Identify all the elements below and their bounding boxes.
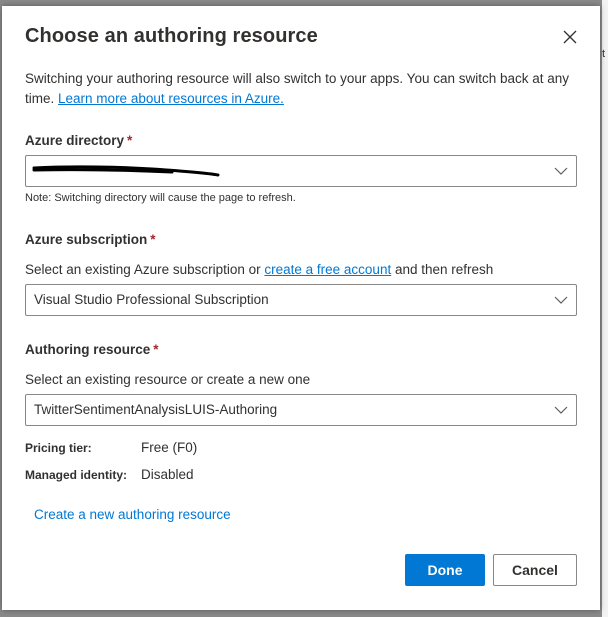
subscription-label: Azure subscription * <box>25 232 156 247</box>
authoring-value: TwitterSentimentAnalysisLUIS-Authoring <box>34 402 278 417</box>
subscription-label-text: Azure subscription <box>25 232 148 247</box>
authoring-resource-dialog: Choose an authoring resource Switching y… <box>2 6 600 610</box>
authoring-helper: Select an existing resource or create a … <box>25 372 311 387</box>
authoring-label: Authoring resource * <box>25 342 159 357</box>
managed-identity-label: Managed identity: <box>25 468 128 482</box>
subscription-dropdown[interactable]: Visual Studio Professional Subscription <box>25 284 577 316</box>
dialog-description: Switching your authoring resource will a… <box>25 69 570 109</box>
background-page: t <box>602 0 608 617</box>
dialog-title: Choose an authoring resource <box>25 25 318 47</box>
background-text: t <box>602 48 606 60</box>
pricing-tier-value: Free (F0) <box>141 440 198 455</box>
directory-note: Note: Switching directory will cause the… <box>25 192 296 204</box>
chevron-down-icon <box>554 296 568 304</box>
authoring-label-text: Authoring resource <box>25 342 151 357</box>
required-marker: * <box>127 133 133 148</box>
done-button[interactable]: Done <box>405 554 485 586</box>
authoring-dropdown[interactable]: TwitterSentimentAnalysisLUIS-Authoring <box>25 394 577 426</box>
close-button[interactable] <box>558 25 582 49</box>
learn-more-link[interactable]: Learn more about resources in Azure. <box>58 91 284 106</box>
subscription-helper: Select an existing Azure subscription or… <box>25 262 493 277</box>
subscription-helper-prefix: Select an existing Azure subscription or <box>25 262 265 277</box>
directory-dropdown[interactable] <box>25 155 577 187</box>
chevron-down-icon <box>554 406 568 414</box>
subscription-value: Visual Studio Professional Subscription <box>34 292 269 307</box>
required-marker: * <box>150 232 156 247</box>
cancel-button[interactable]: Cancel <box>493 554 577 586</box>
managed-identity-value: Disabled <box>141 467 194 482</box>
directory-label-text: Azure directory <box>25 133 125 148</box>
create-free-account-link[interactable]: create a free account <box>264 262 391 277</box>
create-authoring-resource-link[interactable]: Create a new authoring resource <box>34 507 231 522</box>
chevron-down-icon <box>554 167 568 175</box>
required-marker: * <box>153 342 159 357</box>
pricing-tier-label: Pricing tier: <box>25 441 92 455</box>
subscription-helper-suffix: and then refresh <box>391 262 494 277</box>
close-icon <box>563 30 577 44</box>
redaction-mark <box>32 165 220 177</box>
directory-label: Azure directory * <box>25 133 132 148</box>
